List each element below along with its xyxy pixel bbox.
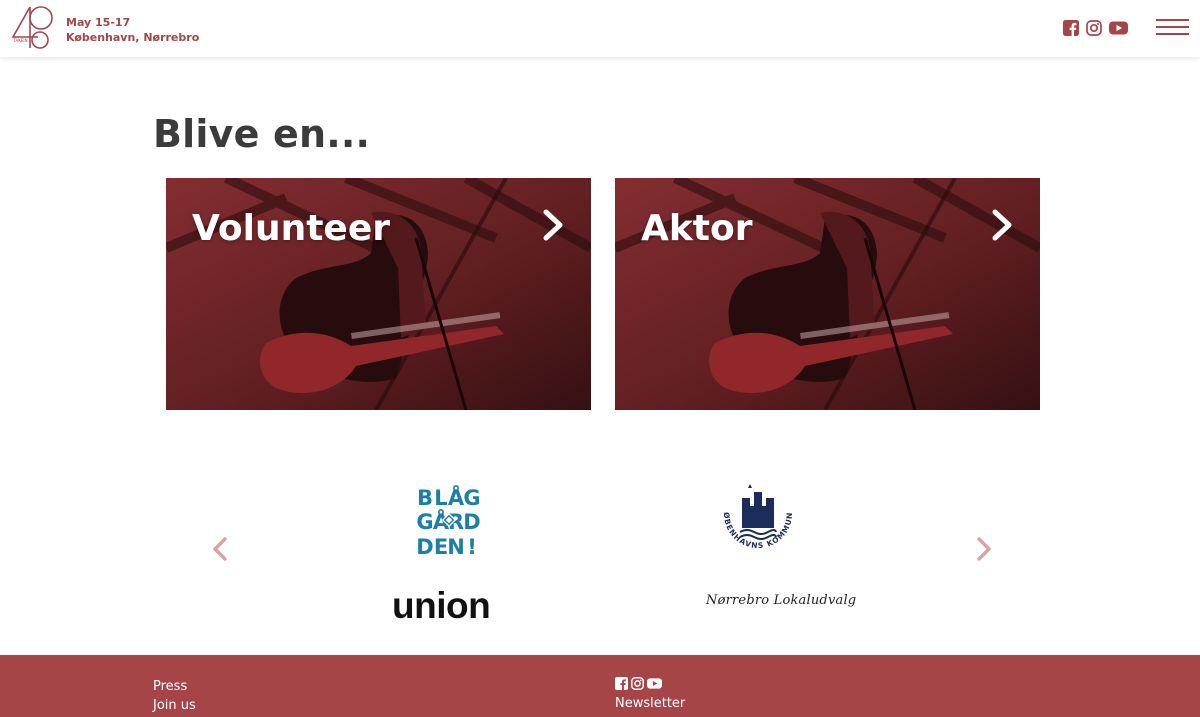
site-header: TAKEIN May 15-17 København, Nørrebro xyxy=(0,0,1200,57)
event-info: May 15-17 København, Nørrebro xyxy=(66,15,199,45)
instagram-icon[interactable] xyxy=(1086,20,1102,36)
volunteer-card[interactable]: Volunteer xyxy=(166,178,591,410)
svg-text:E: E xyxy=(434,535,448,559)
facebook-icon[interactable] xyxy=(1063,20,1079,36)
union-logo[interactable]: union xyxy=(392,585,491,627)
menu-line xyxy=(1156,33,1189,35)
chevron-right-icon[interactable] xyxy=(976,536,992,562)
svg-text:D: D xyxy=(463,510,480,534)
chevron-right-icon xyxy=(543,209,563,241)
svg-text:L: L xyxy=(434,486,447,510)
newsletter-link[interactable]: Newsletter xyxy=(615,696,685,711)
kobenhavns-kommune-logo[interactable]: KØBENHAVNS KOMMUNE xyxy=(718,474,798,564)
hamburger-menu-icon[interactable] xyxy=(1156,19,1190,37)
footer-right: Newsletter xyxy=(615,677,685,711)
svg-text:B: B xyxy=(417,486,433,510)
svg-text:N: N xyxy=(447,535,465,559)
youtube-icon[interactable] xyxy=(647,677,662,690)
event-dates: May 15-17 xyxy=(66,16,131,29)
svg-text:G: G xyxy=(463,486,480,510)
logo-text: TAKEIN xyxy=(12,38,27,43)
svg-text:Å: Å xyxy=(448,485,465,510)
site-footer: Press Join us Newsletter xyxy=(0,655,1200,717)
page-title: Blive en... xyxy=(153,112,371,156)
header-socials xyxy=(1063,20,1128,36)
ungdomshus-logo[interactable]: BLÅGÅRDEN BLÅG G ÅR D D E N! xyxy=(410,482,488,560)
chevron-left-icon[interactable] xyxy=(212,536,228,562)
festival-logo[interactable]: TAKEIN xyxy=(10,4,56,50)
svg-text:G: G xyxy=(416,510,433,534)
instagram-icon[interactable] xyxy=(631,677,644,690)
chevron-right-icon xyxy=(992,209,1012,241)
menu-line xyxy=(1156,26,1189,28)
youtube-icon[interactable] xyxy=(1109,20,1128,36)
event-location: København, Nørrebro xyxy=(66,31,200,44)
press-link[interactable]: Press xyxy=(153,677,196,696)
footer-links: Press Join us xyxy=(153,677,196,715)
svg-text:D: D xyxy=(416,535,433,559)
footer-socials xyxy=(615,677,685,691)
norrebro-lokaludvalg-logo[interactable]: Nørrebro Lokaludvalg xyxy=(706,593,856,608)
aktor-card[interactable]: Aktor xyxy=(615,178,1040,410)
aktor-card-title: Aktor xyxy=(641,208,753,249)
svg-text:!: ! xyxy=(467,535,477,559)
join-us-link[interactable]: Join us xyxy=(153,696,196,715)
menu-line xyxy=(1156,19,1189,21)
facebook-icon[interactable] xyxy=(615,677,628,690)
volunteer-card-title: Volunteer xyxy=(192,208,391,249)
